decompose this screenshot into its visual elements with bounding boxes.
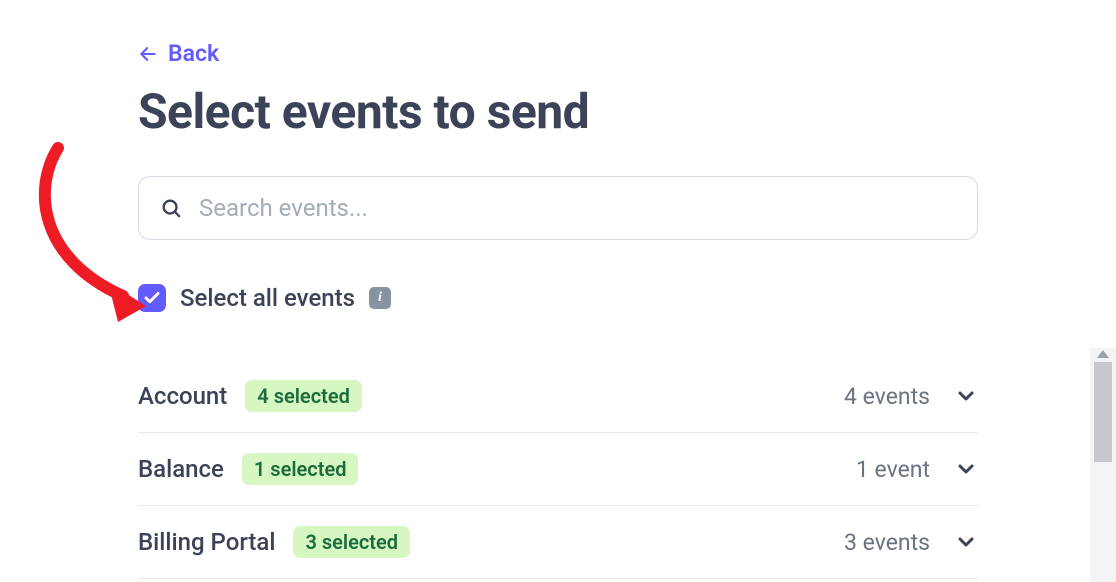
select-all-row: Select all events i [138, 284, 978, 312]
select-all-checkbox[interactable] [138, 284, 166, 312]
category-name: Balance [138, 455, 224, 483]
scrollbar-thumb[interactable] [1094, 362, 1112, 462]
check-icon [143, 289, 161, 307]
category-row-balance[interactable]: Balance 1 selected 1 event [138, 433, 978, 506]
category-right: 1 event [856, 456, 978, 483]
info-icon[interactable]: i [369, 287, 391, 309]
back-label: Back [168, 40, 219, 67]
back-button[interactable]: Back [138, 40, 219, 67]
event-count: 4 events [844, 383, 930, 410]
arrow-left-icon [138, 44, 158, 64]
category-row-account[interactable]: Account 4 selected 4 events [138, 360, 978, 433]
search-input[interactable] [138, 176, 978, 240]
category-row-billing-portal[interactable]: Billing Portal 3 selected 3 events [138, 506, 978, 579]
scrollbar-up-arrow-icon [1097, 350, 1109, 358]
select-all-label: Select all events [180, 284, 355, 312]
event-count: 1 event [856, 456, 930, 483]
event-count: 3 events [844, 529, 930, 556]
selected-badge: 4 selected [245, 380, 362, 412]
chevron-down-icon [954, 384, 978, 408]
chevron-down-icon [954, 530, 978, 554]
category-right: 3 events [844, 529, 978, 556]
page-title: Select events to send [138, 83, 978, 140]
chevron-down-icon [954, 457, 978, 481]
category-name: Billing Portal [138, 528, 275, 556]
categories-list: Account 4 selected 4 events Balance 1 se… [138, 360, 978, 579]
category-left: Billing Portal 3 selected [138, 526, 410, 558]
category-left: Balance 1 selected [138, 453, 358, 485]
category-right: 4 events [844, 383, 978, 410]
selected-badge: 3 selected [293, 526, 410, 558]
category-name: Account [138, 382, 227, 410]
selected-badge: 1 selected [242, 453, 359, 485]
search-wrap [138, 176, 978, 240]
category-left: Account 4 selected [138, 380, 362, 412]
scrollbar[interactable] [1090, 348, 1116, 582]
